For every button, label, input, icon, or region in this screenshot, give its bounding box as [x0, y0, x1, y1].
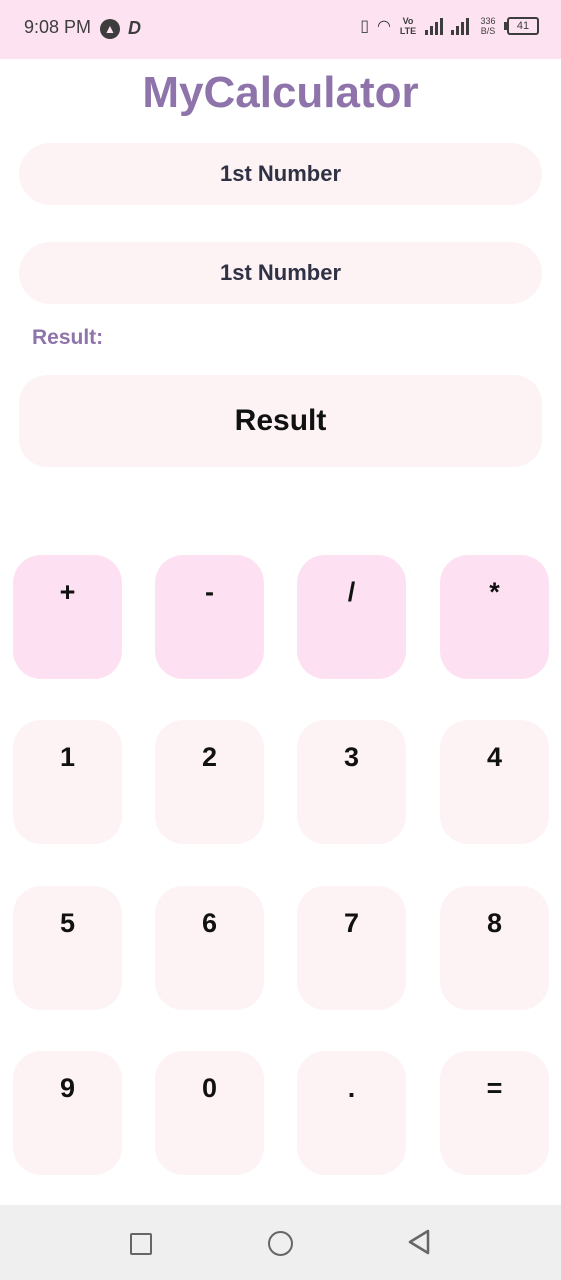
app-d-icon: D [128, 18, 141, 38]
app-a-icon: ▲ [100, 18, 120, 39]
digit-0-button[interactable]: 0 [155, 1051, 264, 1175]
digit-2-button[interactable]: 2 [155, 720, 264, 844]
battery-level: 41 [516, 20, 530, 32]
home-circle-icon[interactable] [268, 1231, 293, 1256]
wifi-icon: ◠ [377, 18, 391, 35]
volte-label: Vo LTE [399, 16, 417, 36]
first-number-input[interactable]: 1st Number [19, 143, 542, 205]
result-label: Result: [32, 326, 104, 349]
digit-8-button[interactable]: 8 [440, 886, 549, 1010]
signal-icon-1 [425, 17, 443, 35]
result-value: Result [234, 404, 327, 437]
status-left-icons: ▲ D [100, 18, 141, 39]
first-number-placeholder: 1st Number [219, 161, 342, 186]
second-number-placeholder: 1st Number [219, 260, 342, 285]
back-triangle-icon[interactable] [406, 1229, 432, 1255]
digit-4-button[interactable]: 4 [440, 720, 549, 844]
subtract-button[interactable]: - [155, 555, 264, 679]
second-number-input[interactable]: 1st Number [19, 242, 542, 304]
result-display: Result [19, 375, 542, 467]
status-bar: 9:08 PM ▲ D ▯ ◠ Vo LTE 336 B/S 41 [0, 0, 561, 59]
add-button[interactable]: + [13, 555, 122, 679]
digit-9-button[interactable]: 9 [13, 1051, 122, 1175]
equals-button[interactable]: = [440, 1051, 549, 1175]
digit-6-button[interactable]: 6 [155, 886, 264, 1010]
navigation-bar [0, 1205, 561, 1280]
vibrate-icon: ▯ [360, 18, 370, 35]
divide-button[interactable]: / [297, 555, 406, 679]
decimal-button[interactable]: . [297, 1051, 406, 1175]
digit-3-button[interactable]: 3 [297, 720, 406, 844]
recents-square-icon[interactable] [130, 1233, 152, 1255]
app-title: MyCalculator [142, 68, 419, 117]
digit-7-button[interactable]: 7 [297, 886, 406, 1010]
multiply-button[interactable]: * [440, 555, 549, 679]
signal-icon-2 [451, 17, 469, 35]
network-speed: 336 B/S [480, 16, 496, 36]
status-time: 9:08 PM [24, 17, 92, 37]
digit-1-button[interactable]: 1 [13, 720, 122, 844]
digit-5-button[interactable]: 5 [13, 886, 122, 1010]
status-right: ▯ ◠ Vo LTE 336 B/S 41 [360, 16, 539, 36]
battery-icon: 41 [504, 17, 539, 35]
